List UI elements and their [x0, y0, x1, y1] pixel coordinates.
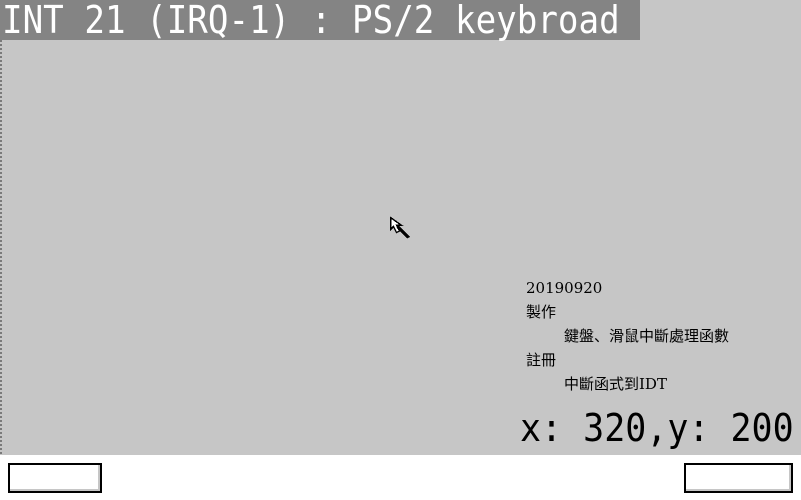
- info-made-label: 製作: [526, 303, 557, 321]
- mouse-coordinates: x: 320,y: 200: [520, 406, 794, 450]
- info-block: 20190920 製作 鍵盤、滑鼠中斷處理函數 註冊 中斷函式到IDT: [526, 276, 729, 396]
- mouse-cursor-icon: [389, 216, 413, 240]
- taskbar: [0, 455, 801, 500]
- desktop: INT 21 (IRQ-1) : PS/2 keybroad 20190920 …: [0, 0, 801, 500]
- left-edge-divider: [0, 0, 2, 455]
- info-note-value: 中斷函式到IDT: [564, 375, 667, 393]
- info-made-value: 鍵盤、滑鼠中斷處理函數: [564, 327, 730, 345]
- title-text: INT 21 (IRQ-1) : PS/2 keybroad: [2, 0, 620, 42]
- start-button[interactable]: [8, 463, 102, 493]
- taskbar-tray[interactable]: [684, 463, 793, 493]
- title-bar: INT 21 (IRQ-1) : PS/2 keybroad: [0, 0, 640, 40]
- info-note-label: 註冊: [526, 351, 557, 369]
- info-date: 20190920: [526, 279, 603, 297]
